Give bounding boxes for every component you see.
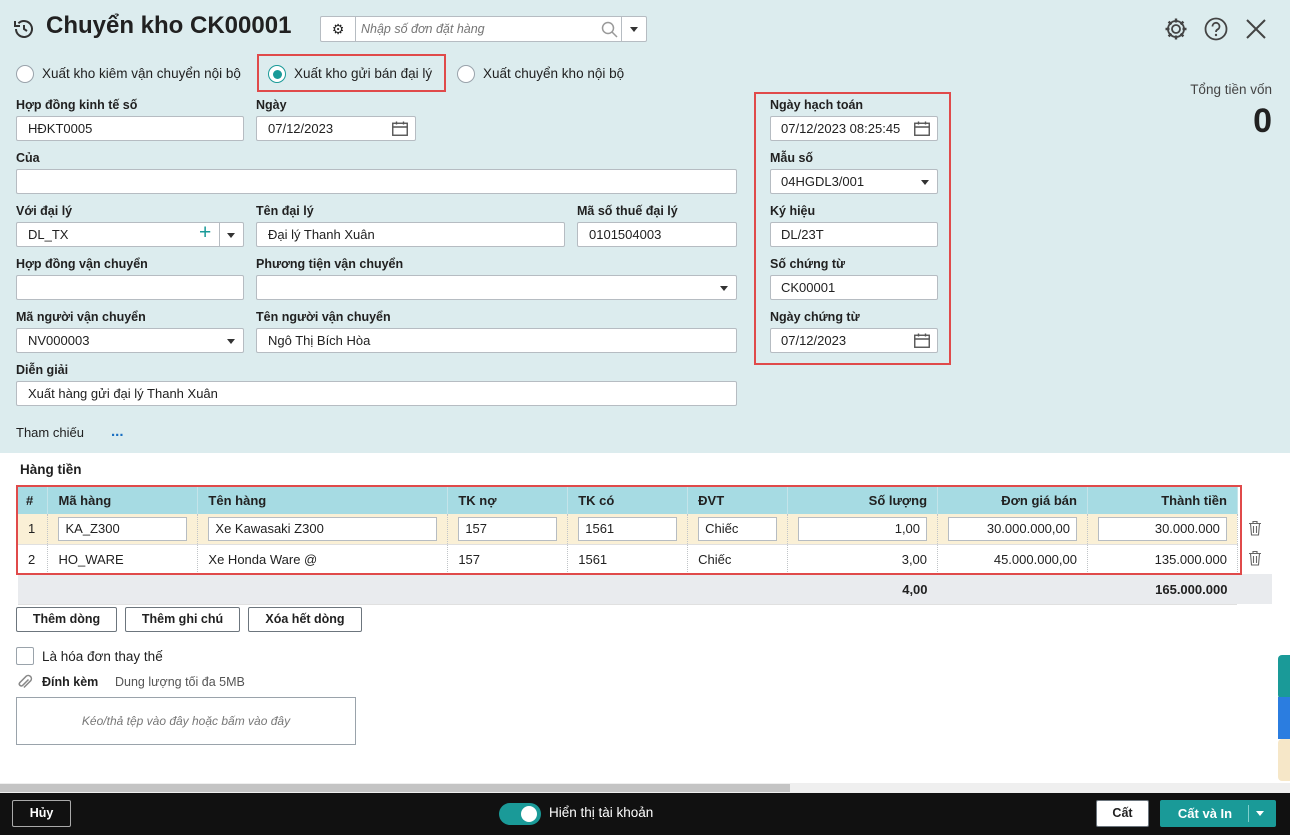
add-agent-icon[interactable]: + bbox=[199, 223, 211, 244]
order-search-input[interactable] bbox=[361, 19, 601, 39]
search-icon[interactable] bbox=[601, 21, 618, 38]
of-input[interactable] bbox=[16, 169, 737, 194]
chevron-down-icon[interactable] bbox=[1256, 811, 1264, 816]
replacement-invoice-label[interactable]: Là hóa đơn thay thế bbox=[42, 649, 163, 664]
symbol-input[interactable]: DL/23T bbox=[770, 222, 938, 247]
agent-tax-label: Mã số thuế đại lý bbox=[577, 204, 678, 218]
description-label: Diễn giải bbox=[16, 363, 69, 377]
posting-date-input[interactable]: 07/12/2023 08:25:45 bbox=[770, 116, 938, 141]
chevron-down-icon[interactable] bbox=[720, 286, 728, 291]
agent-label: Với đại lý bbox=[16, 204, 73, 218]
transport-contract-label: Hợp đồng vận chuyển bbox=[16, 257, 148, 271]
show-account-label: Hiển thị tài khoản bbox=[549, 805, 654, 820]
save-print-label[interactable]: Cất và In bbox=[1160, 806, 1250, 821]
carrier-code-label: Mã người vận chuyển bbox=[16, 310, 146, 324]
side-tab-1[interactable] bbox=[1278, 655, 1290, 699]
of-label: Của bbox=[16, 151, 40, 165]
voucher-number-input[interactable]: CK00001 bbox=[770, 275, 938, 300]
chevron-down-icon[interactable] bbox=[227, 233, 235, 238]
voucher-date-input[interactable]: 07/12/2023 bbox=[770, 328, 938, 353]
grid-section-title: Hàng tiền bbox=[20, 462, 82, 477]
description-input[interactable]: Xuất hàng gửi đại lý Thanh Xuân bbox=[16, 381, 737, 406]
radio-agent-consignment-label[interactable]: Xuất kho gửi bán đại lý bbox=[294, 66, 432, 81]
contract-number-input[interactable]: HĐKT0005 bbox=[16, 116, 244, 141]
radio-agent-consignment[interactable] bbox=[268, 65, 286, 83]
vehicle-select[interactable] bbox=[256, 275, 737, 300]
save-button[interactable]: Cất bbox=[1096, 800, 1149, 827]
close-icon[interactable] bbox=[1245, 18, 1267, 40]
form-number-select[interactable]: 04HGDL3/001 bbox=[770, 169, 938, 194]
posting-date-value: 07/12/2023 08:25:45 bbox=[781, 121, 901, 136]
paperclip-icon bbox=[18, 674, 33, 689]
attachment-hint: Dung lượng tối đa 5MB bbox=[115, 675, 245, 689]
voucher-date-value: 07/12/2023 bbox=[781, 333, 847, 348]
total-quantity: 4,00 bbox=[787, 574, 938, 605]
agent-tax-input[interactable]: 0101504003 bbox=[577, 222, 737, 247]
calendar-icon[interactable] bbox=[914, 333, 930, 348]
form-number-value: 04HGDL3/001 bbox=[781, 174, 865, 189]
reference-label: Tham chiếu bbox=[16, 425, 84, 440]
total-amount: 165.000.000 bbox=[1087, 574, 1238, 605]
show-account-toggle[interactable] bbox=[499, 803, 541, 825]
radio-internal-transfer-label[interactable]: Xuất chuyển kho nội bộ bbox=[483, 66, 624, 81]
totals-row: 4,00 165.000.000 bbox=[18, 574, 1272, 605]
help-icon[interactable] bbox=[1203, 16, 1229, 42]
vehicle-label: Phương tiện vận chuyển bbox=[256, 257, 404, 271]
side-tab-2[interactable] bbox=[1278, 697, 1290, 739]
carrier-name-label: Tên người vận chuyển bbox=[256, 310, 391, 324]
total-cost-label: Tổng tiền vốn bbox=[1190, 82, 1272, 97]
order-search-box[interactable]: ⚙ bbox=[320, 16, 647, 42]
radio-internal-transfer[interactable] bbox=[457, 65, 475, 83]
total-cost-value: 0 bbox=[1253, 102, 1272, 140]
highlight-grid-rows bbox=[16, 485, 1242, 575]
search-dropdown-button[interactable] bbox=[621, 17, 646, 41]
symbol-label: Ký hiệu bbox=[770, 204, 816, 218]
chevron-down-icon[interactable] bbox=[921, 180, 929, 185]
agent-name-input[interactable]: Đại lý Thanh Xuân bbox=[256, 222, 565, 247]
radio-internal-transport[interactable] bbox=[16, 65, 34, 83]
attachment-dropzone[interactable]: Kéo/thả tệp vào đây hoặc bấm vào đây bbox=[16, 697, 356, 745]
cancel-button[interactable]: Hủy bbox=[12, 800, 71, 827]
delete-row-icon[interactable] bbox=[1237, 544, 1272, 574]
history-icon[interactable] bbox=[12, 17, 36, 41]
agent-select[interactable]: DL_TX + bbox=[16, 222, 244, 247]
delete-row-icon[interactable] bbox=[1237, 514, 1272, 544]
delete-all-rows-button[interactable]: Xóa hết dòng bbox=[248, 607, 362, 632]
page-title: Chuyển kho CK00001 bbox=[46, 12, 292, 39]
horizontal-scrollbar[interactable] bbox=[0, 783, 1290, 793]
voucher-date-label: Ngày chứng từ bbox=[770, 310, 860, 324]
posting-date-label: Ngày hạch toán bbox=[770, 98, 864, 112]
add-note-button[interactable]: Thêm ghi chú bbox=[125, 607, 240, 632]
voucher-number-label: Số chứng từ bbox=[770, 257, 846, 271]
carrier-name-input[interactable]: Ngô Thị Bích Hòa bbox=[256, 328, 737, 353]
gear-small-icon[interactable]: ⚙ bbox=[321, 17, 356, 41]
toggle-knob bbox=[521, 806, 537, 822]
col-header-blank bbox=[1237, 487, 1272, 514]
calendar-icon[interactable] bbox=[392, 121, 408, 136]
settings-icon[interactable] bbox=[1163, 16, 1189, 42]
attachment-label: Đính kèm bbox=[42, 675, 99, 689]
date-input[interactable]: 07/12/2023 bbox=[256, 116, 416, 141]
date-value: 07/12/2023 bbox=[268, 121, 334, 136]
form-number-label: Mẫu số bbox=[770, 151, 814, 165]
date-label: Ngày bbox=[256, 98, 287, 112]
transport-contract-input[interactable] bbox=[16, 275, 244, 300]
carrier-code-value: NV000003 bbox=[28, 333, 90, 348]
agent-value: DL_TX bbox=[28, 227, 69, 242]
radio-internal-transport-label[interactable]: Xuất kho kiêm vận chuyển nội bộ bbox=[42, 66, 241, 81]
side-tab-3[interactable] bbox=[1278, 739, 1290, 781]
save-print-button[interactable]: Cất và In bbox=[1160, 800, 1276, 827]
reference-link[interactable]: ... bbox=[111, 423, 124, 440]
replacement-invoice-checkbox[interactable] bbox=[16, 647, 34, 665]
footer-bar: Hủy Hiển thị tài khoản Cất Cất và In bbox=[0, 793, 1290, 835]
contract-number-label: Hợp đồng kinh tế số bbox=[16, 98, 138, 112]
agent-name-label: Tên đại lý bbox=[256, 204, 314, 218]
calendar-icon[interactable] bbox=[914, 121, 930, 136]
add-row-button[interactable]: Thêm dòng bbox=[16, 607, 117, 632]
chevron-down-icon[interactable] bbox=[227, 339, 235, 344]
carrier-code-select[interactable]: NV000003 bbox=[16, 328, 244, 353]
scrollbar-thumb[interactable] bbox=[0, 784, 790, 792]
